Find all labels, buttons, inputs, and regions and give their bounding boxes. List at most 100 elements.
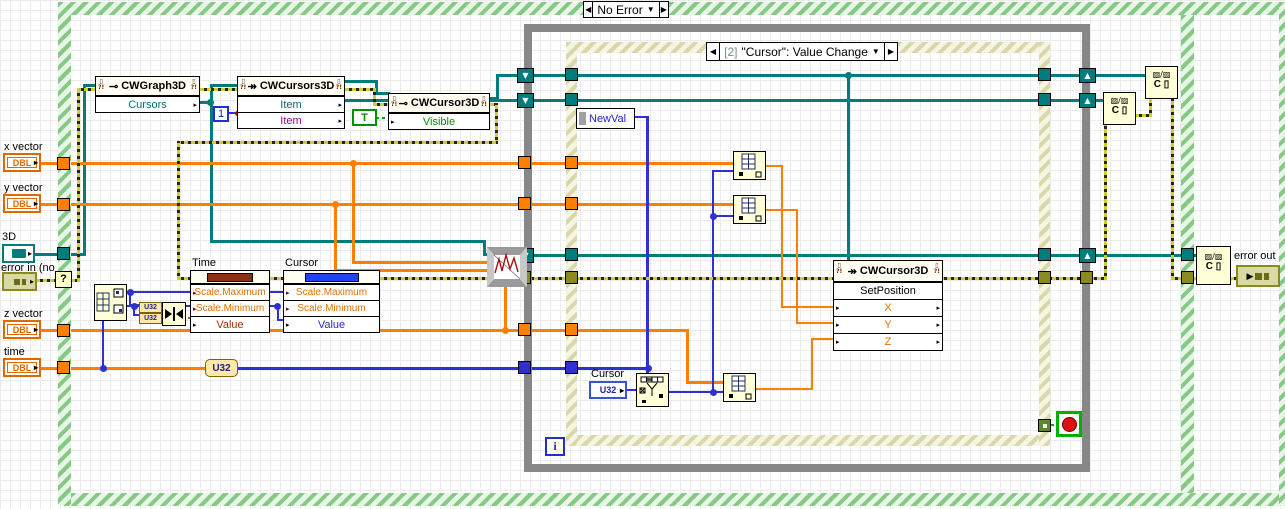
junction-min2	[274, 303, 281, 310]
wire-error-down1	[495, 103, 498, 144]
event-prev-arrow-icon[interactable]: ◀	[707, 43, 720, 60]
row-value[interactable]: Value	[216, 319, 243, 331]
param-z[interactable]: Z	[885, 336, 892, 348]
case-dropdown-icon[interactable]: ▼	[647, 5, 655, 14]
property-node-cwgraph3d[interactable]: ▯?! ⊸ CWGraph3D ▯?! Cursors ▸	[95, 76, 200, 113]
case-next-arrow-icon[interactable]: ▶	[658, 2, 668, 17]
property-row[interactable]: Cursors	[128, 99, 167, 111]
error-out-terminal[interactable]: ▶	[1236, 265, 1280, 287]
event-selector[interactable]: ◀ [2] "Cursor": Value Change ▼ ▶	[706, 42, 898, 61]
cursor-control-terminal[interactable]: U32 ▸	[589, 381, 627, 399]
junction-cursors-ref	[207, 99, 214, 106]
property-row-visible[interactable]: Visible	[423, 116, 455, 128]
close-reference-node-2[interactable]: ▨/▨ C ▯	[1103, 92, 1136, 125]
param-y[interactable]: Y	[884, 319, 891, 331]
x-vector-terminal[interactable]: DBL ▸	[3, 153, 41, 172]
ref-corner-icon: ▯?!	[480, 95, 487, 108]
x-vector-out-arrow-icon: ▸	[33, 158, 38, 167]
event-data-bar	[579, 112, 586, 125]
wire-x-vector	[41, 162, 735, 165]
tunnel-y-while	[518, 197, 531, 210]
wire-error-back	[177, 141, 498, 144]
cursor-control-label: Cursor	[591, 368, 625, 380]
junction-index	[710, 389, 717, 396]
property-node-time[interactable]: ▸ Scale.Maximum ▸ Scale.Minimum ▸ Value	[190, 270, 270, 333]
wire-ref-to-setposition	[847, 75, 850, 265]
invoke-row-item2[interactable]: Item	[280, 115, 301, 127]
to-u32-conversion[interactable]: U32	[205, 359, 238, 377]
constant-item-index[interactable]: 1	[213, 106, 229, 122]
tunnel-ref2-event-out	[1038, 93, 1051, 106]
ref-corner-icon: ▯?!	[240, 78, 247, 91]
constant-true[interactable]: T	[352, 109, 377, 126]
plot3d-icon	[487, 247, 527, 287]
invoke-node-setposition[interactable]: ▯?! ↠ CWCursor3D ▯?! SetPosition ▸ X ▸ ▸ Y ▸ …	[833, 260, 943, 351]
search-1d-array-node[interactable]	[636, 373, 669, 407]
method-setposition[interactable]: SetPosition	[860, 285, 916, 297]
ref-corner-icon: ▯?!	[335, 78, 342, 91]
ref-corner-icon: ▯?!	[933, 262, 940, 275]
bundle-node[interactable]	[162, 302, 186, 326]
slider-icon	[304, 272, 359, 282]
u32-conversion-b[interactable]: U32	[139, 313, 162, 324]
loop-condition-terminal[interactable]	[1056, 411, 1082, 437]
iteration-terminal[interactable]: i	[545, 437, 565, 456]
wire-cwcursors-refout	[345, 80, 378, 83]
tunnel-3d-case	[57, 247, 70, 260]
wire-error-graph-cursors	[200, 88, 237, 91]
close-reference-node-3[interactable]: ▨/▨ C ▯	[1196, 246, 1231, 285]
index-array-node-z[interactable]	[723, 373, 756, 402]
shift-register-right-2[interactable]: ▲	[1079, 93, 1096, 108]
wire-newval-down	[646, 116, 649, 376]
row-value[interactable]: Value	[318, 319, 345, 331]
wire-x-scalar-down	[781, 165, 783, 308]
index-array-node-y[interactable]	[733, 195, 766, 224]
wire-refnum3-span	[532, 254, 1082, 257]
shift-register-left-1[interactable]: ▼	[517, 68, 534, 83]
time-property-label: Time	[192, 257, 217, 269]
case-selector[interactable]: ◀ No Error ▼ ▶	[583, 1, 669, 18]
property-node-cwcursor3d[interactable]: ▯?! ⊸ CWCursor3D ▯?! ▸ Visible	[388, 93, 490, 130]
tunnel-ref1-event-in	[565, 68, 578, 81]
labview-block-diagram: { "ui": {"arrow_left":"◀","arrow_right":…	[0, 0, 1285, 509]
wire-x-param	[781, 306, 835, 308]
close-reference-node-1[interactable]: ▨/▨ C ▯	[1145, 66, 1178, 99]
event-data-node-newval[interactable]: NewVal	[576, 108, 635, 129]
plot3d-vi[interactable]	[487, 247, 527, 287]
tunnel-time-event	[565, 361, 578, 374]
shift-register-left-2[interactable]: ▼	[517, 93, 534, 108]
u32-conversion-a[interactable]: U32	[139, 302, 162, 313]
shift-register-right-3[interactable]: ▲	[1079, 248, 1096, 263]
param-x[interactable]: X	[884, 302, 891, 314]
event-next-arrow-icon[interactable]: ▶	[884, 43, 897, 60]
wire-y-branch-down	[334, 203, 337, 272]
error-in-terminal[interactable]: ▸	[2, 272, 37, 291]
wire-z-scalar	[756, 388, 813, 390]
junction-z	[502, 327, 509, 334]
property-node-cursor[interactable]: ▸ Scale.Maximum ▸ Scale.Minimum ▸ Value	[283, 270, 380, 333]
graph3d-terminal[interactable]: ▸	[2, 244, 35, 263]
wire-y-vector	[41, 203, 735, 206]
invoke-icon: ↠	[247, 80, 257, 93]
wire-z-param	[811, 338, 835, 340]
event-dropdown-icon[interactable]: ▼	[872, 47, 880, 56]
row-scale-minimum[interactable]: Scale.Minimum	[196, 303, 264, 314]
y-vector-terminal[interactable]: DBL ▸	[3, 194, 41, 213]
index-array-node-x[interactable]	[733, 151, 766, 180]
wire-3d-refnum-up	[83, 84, 86, 256]
invoke-node-cwcursors3d[interactable]: ▯?! ↠ CWCursors3D ▯?! Item ▸ Item ▸	[237, 76, 345, 129]
wire-y-scalar-down	[796, 209, 798, 324]
case-prev-arrow-icon[interactable]: ◀	[584, 2, 594, 17]
row-scale-minimum[interactable]: Scale.Minimum	[297, 303, 365, 314]
invoke-icon: ↠	[847, 265, 857, 278]
time-dtype: DBL	[12, 362, 32, 373]
time-terminal[interactable]: DBL ▸	[3, 358, 41, 377]
wire-error-cursors-out	[345, 88, 376, 91]
row-scale-maximum[interactable]: Scale.Maximum	[194, 287, 265, 298]
z-vector-terminal[interactable]: DBL ▸	[3, 320, 41, 339]
array-max-min-node[interactable]	[94, 284, 127, 321]
invoke-row-item1[interactable]: Item	[280, 99, 301, 111]
shift-register-right-1[interactable]: ▲	[1079, 68, 1096, 83]
y-vector-dtype: DBL	[12, 198, 32, 209]
row-scale-maximum[interactable]: Scale.Maximum	[296, 287, 367, 298]
